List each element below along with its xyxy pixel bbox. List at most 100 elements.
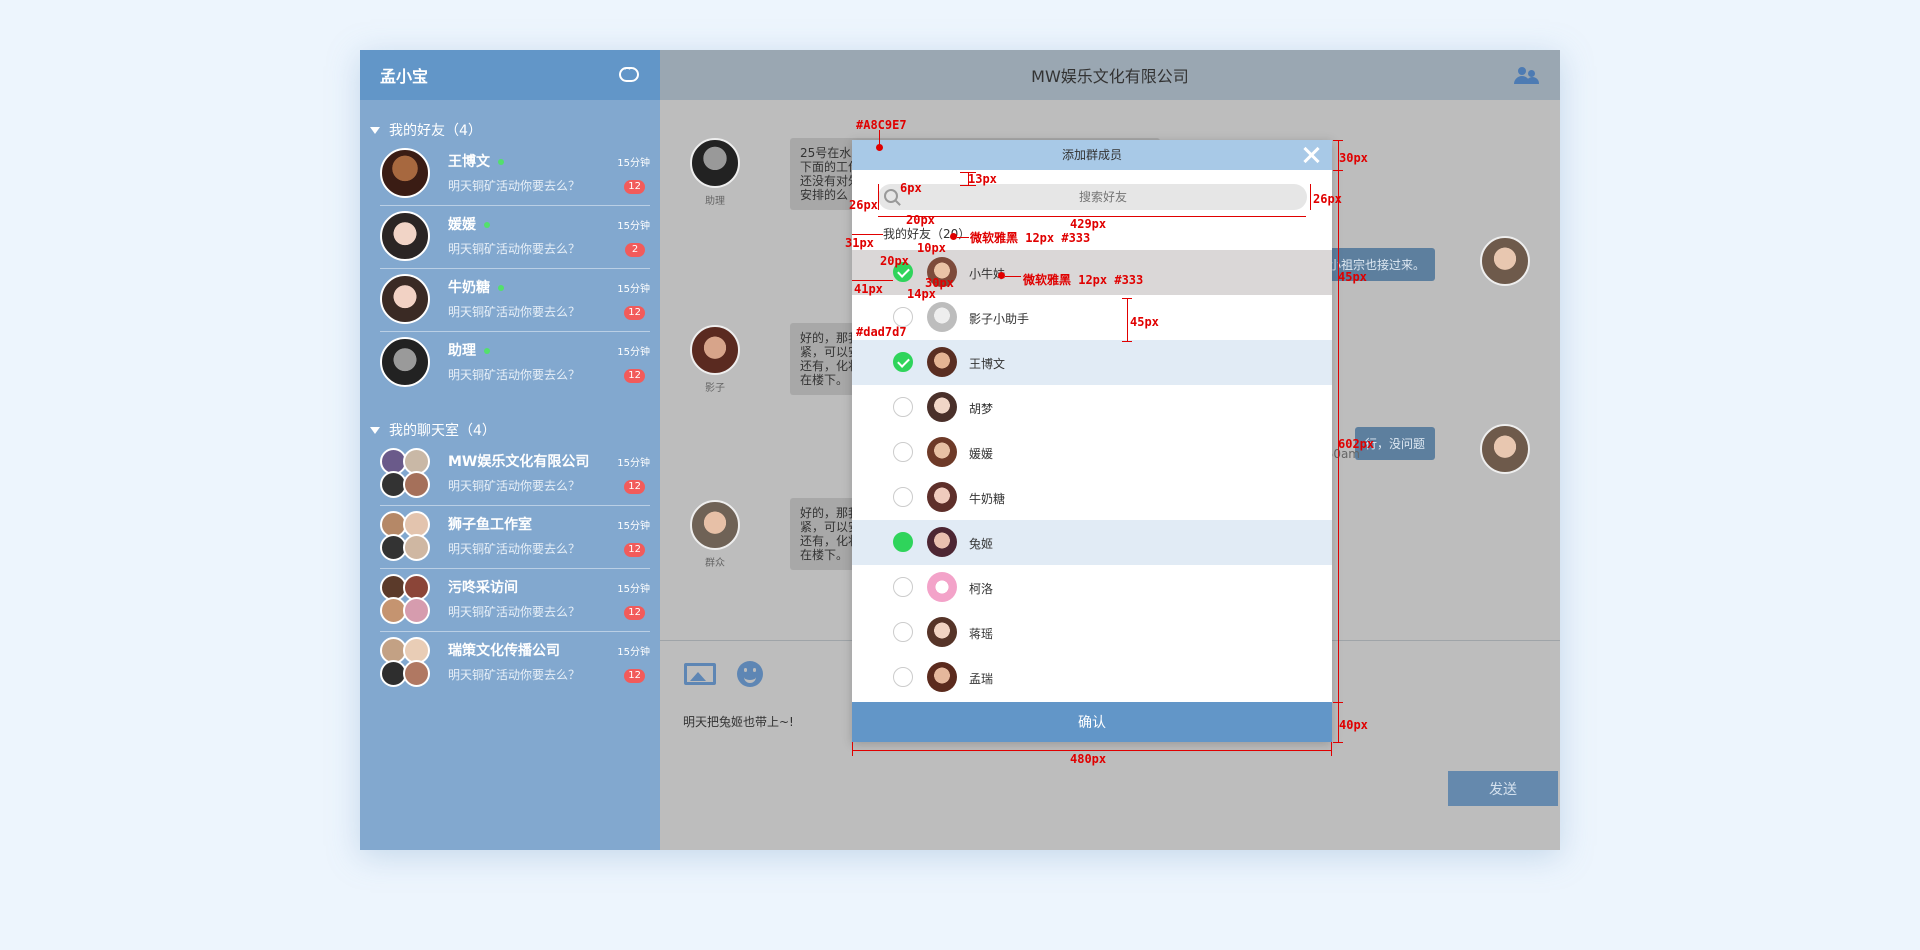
search-box <box>878 184 1307 210</box>
avatar <box>927 617 957 647</box>
friend-row[interactable]: 孟瑞 <box>852 655 1332 700</box>
friend-time: 15分钟 <box>617 347 650 358</box>
avatar <box>927 392 957 422</box>
avatar <box>380 211 430 261</box>
annotation-line <box>1333 742 1343 743</box>
annotation-line <box>1310 184 1311 210</box>
message-nick: 影子 <box>705 383 725 394</box>
friend-last-message: 明天铜矿活动你要去么？ <box>448 305 581 319</box>
search-input[interactable] <box>908 184 1298 210</box>
friend-name: 影子小助手 <box>969 312 1030 326</box>
friend-name-text: 牛奶糖 <box>448 280 490 296</box>
annotation-label: 20px <box>880 254 909 268</box>
room-name: 瑞策文化传播公司 <box>448 643 560 659</box>
radio-selected-icon[interactable] <box>893 532 913 552</box>
friend-row[interactable]: 王博文 <box>852 340 1332 385</box>
annotation-line <box>1333 140 1343 141</box>
confirm-button[interactable]: 确认 <box>852 702 1332 742</box>
chat-message: 影子 好的，那我立刻 紧，可以安排3点 还有，化妆师我 在楼下。 <box>690 323 1160 395</box>
avatar <box>403 597 430 624</box>
sidebar-friend-item[interactable]: 王博文 明天铜矿活动你要去么？ 15分钟 12 <box>360 142 660 205</box>
friend-row[interactable]: 蒋瑶 <box>852 610 1332 655</box>
friend-row[interactable]: 影子小助手 <box>852 295 1332 340</box>
chat-bubble-icon <box>619 65 639 82</box>
avatar <box>380 337 430 387</box>
annotation-line <box>1333 170 1343 171</box>
friend-time: 15分钟 <box>617 158 650 169</box>
avatar <box>927 437 957 467</box>
users-icon-head <box>1518 67 1526 75</box>
image-icon[interactable] <box>684 663 716 685</box>
chatrooms-group-toggle[interactable]: 我的聊天室（4） <box>360 418 660 442</box>
room-last-message: 明天铜矿活动你要去么？ <box>448 542 581 556</box>
room-last-message: 明天铜矿活动你要去么？ <box>448 605 581 619</box>
friend-time: 15分钟 <box>617 284 650 295</box>
avatar <box>403 660 430 687</box>
annotation-label: #dad7d7 <box>856 325 907 339</box>
friend-row[interactable]: 兔姬 <box>852 520 1332 565</box>
unread-badge: 12 <box>624 180 645 194</box>
friends-group-toggle[interactable]: 我的好友（4） <box>360 118 660 142</box>
unread-badge: 12 <box>624 543 645 557</box>
annotation-label: 602px <box>1338 437 1375 451</box>
chat-message: 群众 好的，那我立刻 紧，可以安排3点 还有，化妆师我 在楼下。 <box>690 498 1160 570</box>
avatar <box>380 148 430 198</box>
annotation-label: 45px <box>1130 315 1159 329</box>
avatar <box>927 482 957 512</box>
checkbox-unchecked-icon[interactable] <box>893 487 913 507</box>
annotation-label: 480px <box>1070 752 1107 766</box>
message-input[interactable]: 明天把兔姬也带上~! <box>683 713 794 730</box>
checkbox-unchecked-icon[interactable] <box>893 307 913 327</box>
checkbox-unchecked-icon[interactable] <box>893 442 913 462</box>
friends-group-label: 我的好友（4） <box>389 123 482 139</box>
friend-name: 牛奶糖 <box>969 492 1006 506</box>
send-button[interactable]: 发送 <box>1448 771 1558 806</box>
room-last-message: 明天铜矿活动你要去么？ <box>448 668 581 682</box>
annotation-label: 13px <box>968 172 997 186</box>
room-time: 15分钟 <box>617 647 650 658</box>
sidebar-friend-item[interactable]: 媛媛 明天铜矿活动你要去么？ 15分钟 2 <box>360 205 660 268</box>
unread-badge: 12 <box>624 306 645 320</box>
annotation-label: 45px <box>1338 270 1367 284</box>
annotation-line <box>1333 702 1343 703</box>
checkbox-unchecked-icon[interactable] <box>893 622 913 642</box>
friend-name: 媛媛 <box>969 447 994 461</box>
annotation-line <box>1122 298 1132 299</box>
checkbox-checked-icon[interactable] <box>893 352 913 372</box>
avatar <box>403 471 430 498</box>
dialog-title: 添加群成员 <box>1061 148 1122 162</box>
sidebar-room-item[interactable]: 污咚采访间 明天铜矿活动你要去么？ 15分钟 12 <box>360 568 660 631</box>
annotation-label: 微软雅黑 12px #333 <box>970 231 1091 245</box>
friend-last-message: 明天铜矿活动你要去么？ <box>448 368 581 382</box>
checkbox-unchecked-icon[interactable] <box>893 577 913 597</box>
sidebar-room-item[interactable]: 瑞策文化传播公司 明天铜矿活动你要去么？ 15分钟 12 <box>360 631 660 694</box>
friend-name: 孟瑞 <box>969 672 994 686</box>
sidebar-friend-item[interactable]: 助理 明天铜矿活动你要去么？ 15分钟 12 <box>360 331 660 394</box>
friend-row[interactable]: 牛奶糖 <box>852 475 1332 520</box>
friend-row[interactable]: 媛媛 <box>852 430 1332 475</box>
sidebar-room-item[interactable]: 狮子鱼工作室 明天铜矿活动你要去么？ 15分钟 12 <box>360 505 660 568</box>
annotation-label: 26px <box>1313 192 1342 206</box>
friend-list: 小牛妹 影子小助手 王博文 胡梦 媛媛 牛奶糖 兔姬 柯洛 蒋瑶 孟瑞 <box>852 250 1332 700</box>
friend-row[interactable]: 柯洛 <box>852 565 1332 610</box>
online-dot-icon <box>484 348 490 354</box>
emoji-icon[interactable] <box>737 661 763 687</box>
friend-name: 蒋瑶 <box>969 627 994 641</box>
group-members-icon[interactable] <box>1514 65 1540 85</box>
sidebar-friend-item[interactable]: 牛奶糖 明天铜矿活动你要去么？ 15分钟 12 <box>360 268 660 331</box>
annotation-line <box>852 234 883 235</box>
checkbox-unchecked-icon[interactable] <box>893 397 913 417</box>
sidebar-room-item[interactable]: MW娱乐文化有限公司 明天铜矿活动你要去么？ 15分钟 12 <box>360 442 660 505</box>
annotation-dot <box>876 144 883 151</box>
users-icon-head <box>1528 70 1535 77</box>
avatar <box>927 347 957 377</box>
friend-row[interactable]: 胡梦 <box>852 385 1332 430</box>
annotation-label: 微软雅黑 12px #333 <box>1023 273 1144 287</box>
friend-name-text: 王博文 <box>448 154 490 170</box>
annotation-label: 26px <box>849 198 878 212</box>
new-chat-button[interactable] <box>618 65 640 84</box>
room-last-message: 明天铜矿活动你要去么？ <box>448 479 581 493</box>
close-icon[interactable] <box>1302 146 1320 164</box>
friend-last-message: 明天铜矿活动你要去么？ <box>448 242 581 256</box>
checkbox-unchecked-icon[interactable] <box>893 667 913 687</box>
